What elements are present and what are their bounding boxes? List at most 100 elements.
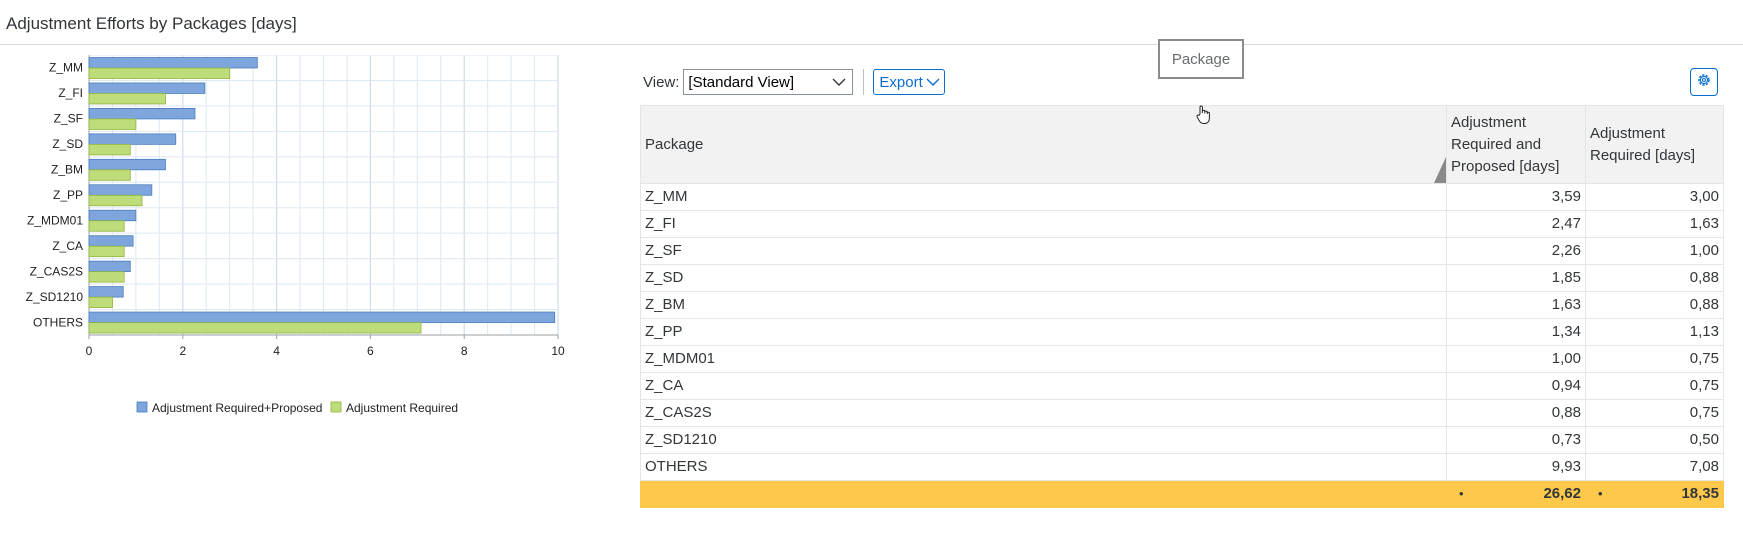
cell-required: 1,63 <box>1585 210 1724 238</box>
legend-label: Adjustment Required <box>346 401 458 415</box>
cell-required-proposed: 1,85 <box>1446 264 1586 292</box>
x-tick-label: 0 <box>86 344 93 358</box>
bar-required <box>88 271 125 283</box>
x-tick-label: 4 <box>273 344 280 358</box>
table-row[interactable]: Z_BM 1,63 0,88 <box>640 291 1724 319</box>
cell-total-required-proposed: • 26,62 <box>1446 480 1586 508</box>
table-row[interactable]: Z_SF 2,26 1,00 <box>640 237 1724 265</box>
table-row[interactable]: Z_MDM01 1,00 0,75 <box>640 345 1724 373</box>
cell-package: Z_MDM01 <box>640 345 1447 373</box>
cell-required-proposed: 3,59 <box>1446 183 1586 211</box>
category-label: Z_MM <box>49 61 83 75</box>
table-row[interactable]: OTHERS 9,93 7,08 <box>640 453 1724 481</box>
gear-icon <box>1696 72 1712 93</box>
total-dot: • <box>1598 486 1603 501</box>
category-label: Z_CAS2S <box>30 264 83 278</box>
category-label: Z_FI <box>58 86 83 100</box>
title-divider <box>0 44 1743 45</box>
table-row[interactable]: Z_SD1210 0,73 0,50 <box>640 426 1724 454</box>
cell-required: 0,88 <box>1585 264 1724 292</box>
hand-cursor-icon <box>1196 105 1210 130</box>
bar-required-proposed <box>88 108 196 120</box>
bar-required-proposed <box>88 82 206 94</box>
legend-label: Adjustment Required+Proposed <box>152 401 322 415</box>
bar-required <box>88 169 131 181</box>
bar-required-proposed <box>88 184 153 196</box>
bar-required <box>88 67 231 79</box>
table-row[interactable]: Z_SD 1,85 0,88 <box>640 264 1724 292</box>
bar-required-proposed <box>88 311 556 323</box>
view-select[interactable]: [Standard View] <box>683 69 854 95</box>
cell-package: Z_SD1210 <box>640 426 1447 454</box>
cell-total-required: • 18,35 <box>1585 480 1724 508</box>
cell-package: Z_CA <box>640 372 1447 400</box>
cell-required: 0,75 <box>1585 345 1724 373</box>
cell-package: Z_MM <box>640 183 1447 211</box>
cell-required-proposed: 1,00 <box>1446 345 1586 373</box>
bar-required <box>88 118 137 130</box>
export-button[interactable]: Export <box>873 69 945 95</box>
bar-required <box>88 296 113 308</box>
category-label: Z_CA <box>52 239 83 253</box>
x-tick-label: 8 <box>461 344 468 358</box>
cell-required-proposed: 1,34 <box>1446 318 1586 346</box>
tooltip: Package <box>1158 39 1244 79</box>
cell-required: 1,00 <box>1585 237 1724 265</box>
bar-required <box>88 194 143 207</box>
table-row[interactable]: Z_PP 1,34 1,13 <box>640 318 1724 346</box>
cell-required-proposed: 2,26 <box>1446 237 1586 265</box>
table-row[interactable]: Z_MM 3,59 3,00 <box>640 183 1724 211</box>
bar-required <box>88 93 166 105</box>
cell-required-proposed: 0,73 <box>1446 426 1586 454</box>
legend-swatch <box>330 401 342 413</box>
bar-required-proposed <box>88 286 124 298</box>
category-label: Z_BM <box>51 163 83 177</box>
cell-required: 1,13 <box>1585 318 1724 346</box>
cell-required: 0,50 <box>1585 426 1724 454</box>
bar-required-proposed <box>88 133 177 145</box>
bar-required <box>88 245 125 258</box>
settings-button[interactable] <box>1690 68 1718 96</box>
column-header-required[interactable]: Adjustment Required [days] <box>1585 105 1724 184</box>
x-tick-label: 2 <box>179 344 186 358</box>
table-row[interactable]: Z_CAS2S 0,88 0,75 <box>640 399 1724 427</box>
column-resize-handle[interactable] <box>1434 157 1446 183</box>
packages-table: Package Adjustment Required and Proposed… <box>640 105 1724 508</box>
table-row[interactable]: Z_FI 2,47 1,63 <box>640 210 1724 238</box>
cell-package: Z_BM <box>640 291 1447 319</box>
cell-package: OTHERS <box>640 453 1447 481</box>
bar-required <box>88 143 131 156</box>
category-label: OTHERS <box>33 315 83 329</box>
bar-required-proposed <box>88 235 134 247</box>
category-label: Z_SD1210 <box>26 290 84 304</box>
x-tick-label: 10 <box>551 344 565 358</box>
cell-required: 3,00 <box>1585 183 1724 211</box>
cell-required-proposed: 0,94 <box>1446 372 1586 400</box>
export-button-label: Export <box>879 73 923 91</box>
bar-required-proposed <box>88 260 131 273</box>
cell-required: 0,88 <box>1585 291 1724 319</box>
bar-required <box>88 322 422 334</box>
bar-required-proposed <box>88 57 258 69</box>
toolbar-separator <box>863 69 865 95</box>
cell-required: 0,75 <box>1585 399 1724 427</box>
view-select-value: [Standard View] <box>688 73 795 91</box>
cell-required-proposed: 0,88 <box>1446 399 1586 427</box>
cell-required-proposed: 9,93 <box>1446 453 1586 481</box>
cell-required-proposed: 1,63 <box>1446 291 1586 319</box>
page-title: Adjustment Efforts by Packages [days] <box>6 14 297 33</box>
cell-package: Z_SF <box>640 237 1447 265</box>
legend-swatch <box>136 401 148 413</box>
column-header-required-proposed[interactable]: Adjustment Required and Proposed [days] <box>1446 105 1586 184</box>
cell-required-proposed: 2,47 <box>1446 210 1586 238</box>
cell-required: 7,08 <box>1585 453 1724 481</box>
chevron-down-icon <box>832 74 846 91</box>
chevron-down-icon <box>923 74 940 91</box>
cell-package: Z_SD <box>640 264 1447 292</box>
column-header-package[interactable]: Package <box>640 105 1447 184</box>
table-row[interactable]: Z_CA 0,94 0,75 <box>640 372 1724 400</box>
category-label: Z_SD <box>52 137 83 151</box>
totals-row: • 26,62 • 18,35 <box>640 480 1724 508</box>
category-label: Z_MDM01 <box>27 213 83 227</box>
category-label: Z_SF <box>54 112 83 126</box>
